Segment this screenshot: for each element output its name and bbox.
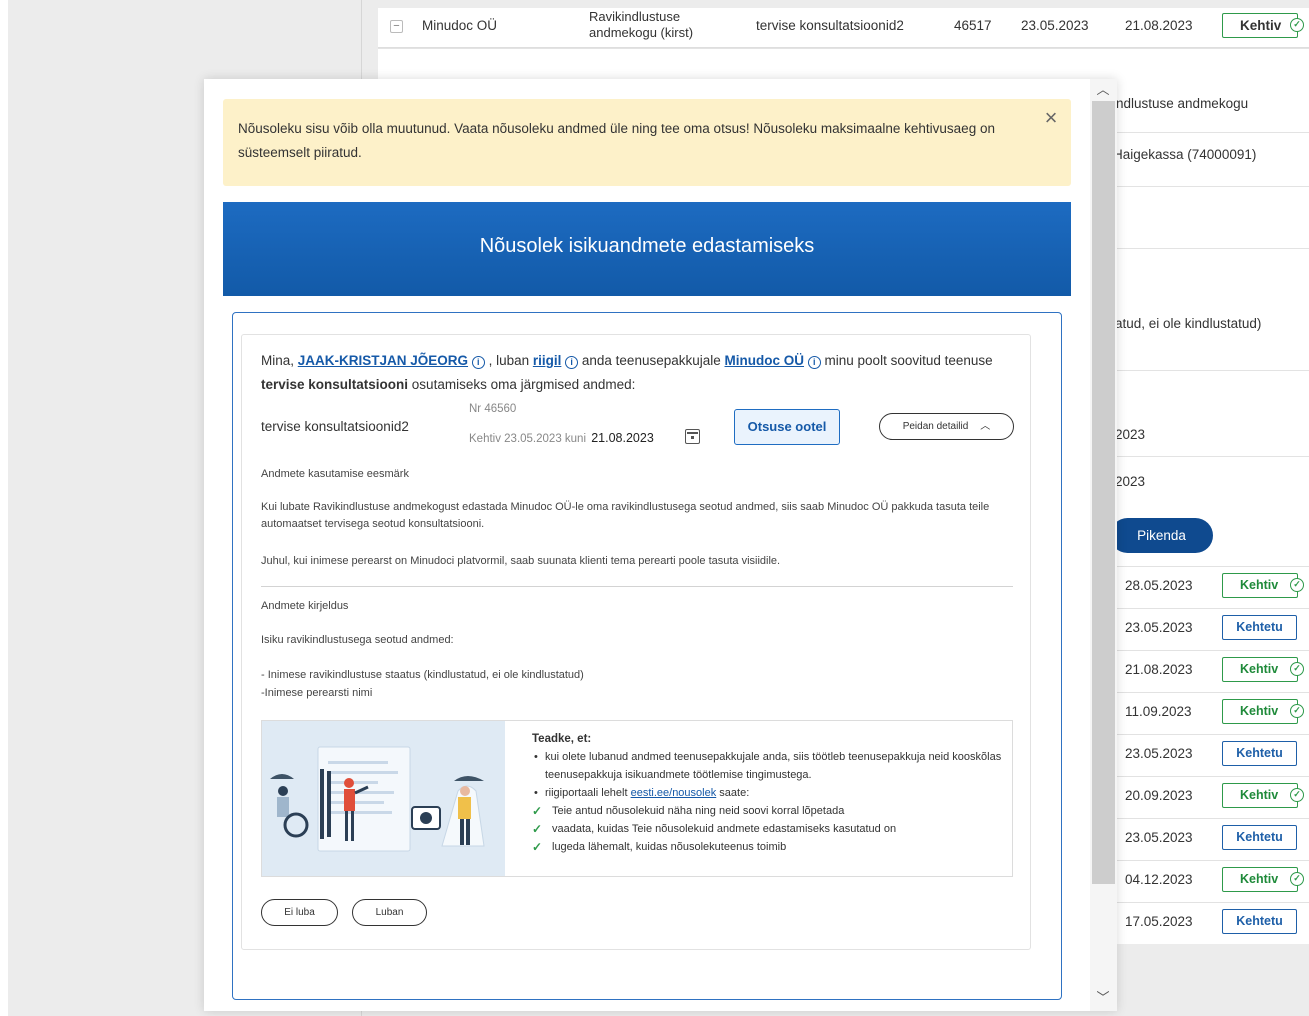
check-circle-icon: ✓ bbox=[1290, 788, 1304, 802]
row-date: 20.09.2023 bbox=[1125, 788, 1193, 803]
consent-intro: Mina, JAAK-KRISTJAN JÕEORG i , luban rii… bbox=[261, 353, 993, 392]
row-date: 23.05.2023 bbox=[1125, 620, 1193, 635]
service-name-bold: tervise konsultatsiooni bbox=[261, 377, 409, 392]
divider bbox=[378, 48, 1309, 49]
row-date: 11.09.2023 bbox=[1125, 704, 1192, 719]
section-divider bbox=[261, 586, 1013, 587]
row-date: 21.08.2023 bbox=[1125, 662, 1193, 677]
hide-details-button[interactable]: Peidan detailid ︿ bbox=[879, 413, 1014, 440]
status-badge: Kehtetu bbox=[1222, 825, 1297, 850]
dialog-title: Nõusolek isikuandmete edastamiseks bbox=[223, 202, 1071, 296]
info-bullet: kui olete lubanud andmed teenusepakkujal… bbox=[532, 748, 1002, 784]
status-badge: Kehtetu bbox=[1222, 909, 1297, 934]
status-badge: Kehtiv ✓ bbox=[1222, 783, 1304, 808]
purpose-text: Juhul, kui inimese perearst on Minudoci … bbox=[261, 555, 781, 567]
consent-details: Mina, JAAK-KRISTJAN JÕEORG i , luban rii… bbox=[241, 334, 1031, 950]
table-row[interactable]: − Minudoc OÜ Ravikindlustuse andmekogu (… bbox=[378, 8, 1309, 48]
detail-value: Haigekassa (74000091) bbox=[1113, 147, 1257, 162]
row-source: Ravikindlustuse andmekogu (kirst) bbox=[589, 9, 694, 40]
collapse-row-button[interactable]: − bbox=[390, 20, 403, 33]
consent-number: Nr 46560 bbox=[469, 403, 517, 415]
extend-button[interactable]: Pikenda bbox=[1110, 518, 1213, 553]
chevron-up-icon: ︿ bbox=[980, 421, 991, 432]
purpose-heading: Andmete kasutamise eesmärk bbox=[261, 468, 409, 480]
check-circle-icon: ✓ bbox=[1290, 704, 1304, 718]
description-text: Isiku ravikindlustusega seotud andmed: bbox=[261, 634, 454, 646]
eesti-link[interactable]: eesti.ee/nousolek bbox=[631, 787, 717, 799]
description-item: -Inimese perearsti nimi bbox=[261, 687, 373, 699]
check-circle-icon: ✓ bbox=[1290, 662, 1304, 676]
row-end-date: 21.08.2023 bbox=[1125, 18, 1193, 33]
recipient-link[interactable]: riigil bbox=[533, 353, 562, 368]
detail-value: 2023 bbox=[1115, 427, 1146, 442]
row-date: 23.05.2023 bbox=[1125, 746, 1193, 761]
check-circle-icon: ✓ bbox=[1290, 18, 1304, 32]
check-circle-icon: ✓ bbox=[1290, 578, 1304, 592]
person-link[interactable]: JAAK-KRISTJAN JÕEORG bbox=[298, 353, 468, 368]
alert-text: Nõusoleku sisu võib olla muutunud. Vaata… bbox=[238, 121, 995, 160]
info-icon[interactable]: i bbox=[807, 356, 821, 369]
row-date: 23.05.2023 bbox=[1125, 830, 1193, 845]
consent-name: tervise konsultatsioonid2 bbox=[261, 419, 409, 434]
accept-button[interactable]: Luban bbox=[352, 899, 427, 926]
decline-button[interactable]: Ei luba bbox=[261, 899, 338, 926]
row-number: 46517 bbox=[954, 18, 992, 33]
consent-validity: Kehtiv 23.05.2023 kuni 21.08.2023 bbox=[469, 431, 654, 445]
warning-alert: Nõusoleku sisu võib olla muutunud. Vaata… bbox=[223, 99, 1071, 186]
status-badge: Kehtetu bbox=[1222, 615, 1297, 640]
info-box: Teadke, et: kui olete lubanud andmed tee… bbox=[261, 720, 1013, 877]
status-pending-badge: Otsuse ootel bbox=[734, 409, 840, 445]
row-date: 28.05.2023 bbox=[1125, 578, 1193, 593]
info-heading: Teadke, et: bbox=[532, 733, 592, 745]
status-badge: Kehtiv ✓ bbox=[1222, 573, 1304, 598]
row-date: 17.05.2023 bbox=[1125, 914, 1193, 929]
status-badge: Kehtiv ✓ bbox=[1222, 867, 1304, 892]
scrollbar[interactable]: ︿ ﹀ bbox=[1090, 79, 1117, 1011]
page-gutter bbox=[0, 0, 8, 1016]
scroll-up-arrow-icon[interactable]: ︿ bbox=[1095, 83, 1111, 97]
status-badge: Kehtiv ✓ bbox=[1222, 699, 1304, 724]
close-icon[interactable]: × bbox=[1039, 107, 1063, 131]
purpose-text: Kui lubate Ravikindlustuse andmekogust e… bbox=[261, 501, 990, 530]
consent-dialog: ︿ ﹀ Nõusoleku sisu võib olla muutunud. V… bbox=[204, 79, 1117, 1011]
validity-end-date[interactable]: 21.08.2023 bbox=[591, 431, 654, 445]
check-item: Teie antud nõusolekuid näha ning neid so… bbox=[532, 802, 1002, 820]
row-start-date: 23.05.2023 bbox=[1021, 18, 1089, 33]
status-badge: Kehtiv ✓ bbox=[1222, 13, 1304, 38]
check-circle-icon: ✓ bbox=[1290, 872, 1304, 886]
info-icon[interactable]: i bbox=[565, 356, 579, 369]
consent-card: Mina, JAAK-KRISTJAN JÕEORG i , luban rii… bbox=[232, 312, 1062, 1000]
row-service: tervise konsultatsioonid2 bbox=[756, 18, 904, 33]
status-badge: Kehtetu bbox=[1222, 741, 1297, 766]
info-bullet: riigiportaali lehelt eesti.ee/nousolek s… bbox=[532, 784, 1002, 802]
description-heading: Andmete kirjeldus bbox=[261, 600, 349, 612]
row-provider: Minudoc OÜ bbox=[422, 18, 498, 33]
status-badge: Kehtiv ✓ bbox=[1222, 657, 1304, 682]
info-icon[interactable]: i bbox=[471, 356, 485, 369]
calendar-icon[interactable] bbox=[685, 429, 700, 444]
description-item: - Inimese ravikindlustuse staatus (kindl… bbox=[261, 669, 584, 681]
scroll-down-arrow-icon[interactable]: ﹀ bbox=[1095, 991, 1111, 1005]
people-illustration bbox=[262, 721, 505, 876]
detail-value: atud, ei ole kindlustatud) bbox=[1115, 316, 1262, 331]
row-date: 04.12.2023 bbox=[1125, 872, 1193, 887]
consent-illustration bbox=[262, 721, 505, 876]
check-item: vaadata, kuidas Teie nõusolekuid andmete… bbox=[532, 820, 1002, 838]
detail-value: ndlustuse andmekogu bbox=[1116, 96, 1249, 111]
check-item: lugeda lähemalt, kuidas nõusolekuteenus … bbox=[532, 838, 1002, 856]
provider-link[interactable]: Minudoc OÜ bbox=[725, 353, 805, 368]
info-text: Teadke, et: kui olete lubanud andmed tee… bbox=[532, 730, 1002, 856]
scrollbar-thumb[interactable] bbox=[1092, 101, 1115, 884]
detail-value: 2023 bbox=[1115, 474, 1146, 489]
